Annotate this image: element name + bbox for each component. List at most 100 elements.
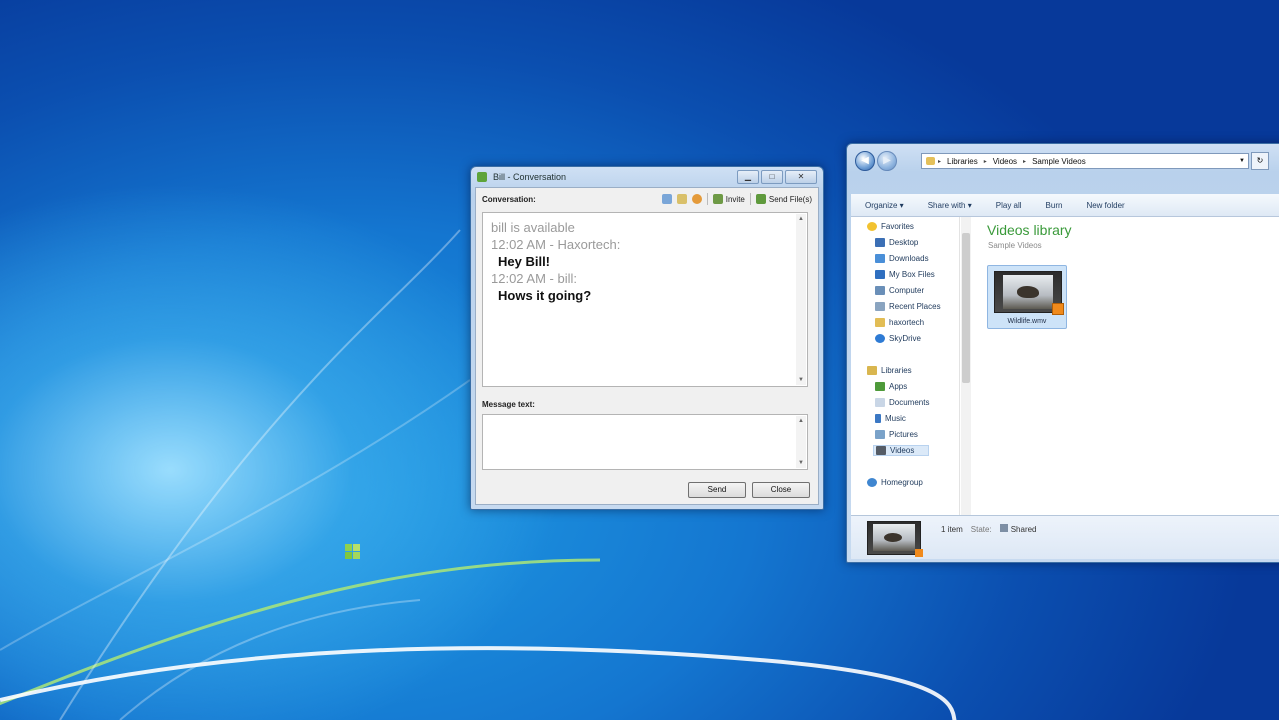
organize-button[interactable]: Organize ▾	[865, 201, 904, 210]
message-text: Hey Bill!	[498, 254, 551, 269]
command-bar: Organize ▾ Share with ▾ Play all Burn Ne…	[851, 194, 1279, 217]
nav-desktop[interactable]: Desktop	[875, 238, 918, 247]
buddy-icon	[477, 172, 487, 182]
nav-apps[interactable]: Apps	[875, 382, 907, 391]
nav-music[interactable]: Music	[875, 414, 906, 423]
user-folder-icon	[875, 318, 885, 327]
documents-icon	[875, 398, 885, 407]
conversation-toolbar: Conversation: Invite Send File(s)	[476, 188, 818, 210]
nav-pictures[interactable]: Pictures	[875, 430, 918, 439]
toolbar-separator	[749, 193, 751, 205]
toolbar-separator	[706, 193, 708, 205]
nav-my-box-files[interactable]: My Box Files	[875, 270, 935, 279]
burn-button[interactable]: Burn	[1046, 201, 1063, 210]
details-thumbnail	[867, 521, 923, 557]
details-info: 1 item State: Shared	[941, 524, 1037, 534]
close-window-button[interactable]: ✕	[785, 170, 817, 184]
box-icon	[875, 270, 885, 279]
nav-libraries[interactable]: Libraries	[867, 366, 912, 375]
new-folder-button[interactable]: New folder	[1086, 201, 1124, 210]
nav-documents[interactable]: Documents	[875, 398, 929, 407]
library-title: Videos library	[987, 222, 1072, 238]
video-thumbnail	[994, 271, 1064, 315]
scroll-up-arrow[interactable]: ▲	[796, 416, 806, 426]
close-button[interactable]: Close	[752, 482, 810, 498]
send-button[interactable]: Send	[688, 482, 746, 498]
star-icon	[867, 222, 877, 231]
recent-places-icon	[875, 302, 885, 311]
details-pane: 1 item State: Shared	[851, 515, 1279, 559]
invite-button[interactable]: Invite	[712, 194, 745, 204]
videos-icon	[876, 446, 886, 455]
back-button[interactable]: ◀	[855, 151, 875, 171]
explorer-content: Favorites Desktop Downloads My Box Files…	[851, 217, 1279, 515]
nav-videos[interactable]: Videos	[873, 445, 930, 456]
navigation-pane: Favorites Desktop Downloads My Box Files…	[851, 217, 960, 515]
conversation-titlebar[interactable]: Bill - Conversation ▁ □ ✕	[471, 167, 823, 187]
toolbar-tools: Invite Send File(s)	[661, 193, 812, 205]
window-controls: ▁ □ ✕	[737, 170, 817, 184]
status-line: bill is available	[491, 220, 575, 235]
contact-info-icon[interactable]	[676, 194, 687, 204]
cloud-icon	[875, 334, 885, 343]
breadcrumb-arrow[interactable]: ▸	[938, 158, 941, 165]
nav-homegroup[interactable]: Homegroup	[867, 478, 923, 487]
folder-icon	[926, 157, 935, 165]
breadcrumb-sample-videos[interactable]: Sample Videos	[1032, 157, 1086, 166]
desktop-icon	[875, 238, 885, 247]
media-player-badge-icon	[915, 549, 923, 557]
music-icon	[875, 414, 881, 423]
refresh-button[interactable]: ↻	[1251, 152, 1269, 170]
message-input[interactable]: ▲ ▼	[482, 414, 808, 470]
scrollbar-thumb[interactable]	[962, 233, 970, 383]
send-files-icon	[755, 194, 766, 204]
font-icon[interactable]	[661, 194, 672, 204]
address-dropdown-icon[interactable]: ▼	[1239, 158, 1245, 164]
state-label: State:	[970, 524, 992, 534]
conversation-scrollbar[interactable]: ▲ ▼	[796, 214, 806, 385]
windows-flag-logo	[345, 544, 360, 559]
nav-haxortech[interactable]: haxortech	[875, 318, 924, 327]
breadcrumb-arrow[interactable]: ▸	[1023, 158, 1026, 165]
breadcrumb-libraries[interactable]: Libraries	[947, 157, 978, 166]
invite-label: Invite	[725, 194, 745, 204]
message-header: 12:02 AM - Haxortech:	[491, 237, 621, 252]
send-files-label: Send File(s)	[768, 194, 812, 204]
nav-skydrive[interactable]: SkyDrive	[875, 334, 921, 343]
maximize-button[interactable]: □	[761, 170, 783, 184]
computer-icon	[875, 286, 885, 295]
breadcrumb-videos[interactable]: Videos	[993, 157, 1017, 166]
nav-recent-places[interactable]: Recent Places	[875, 302, 941, 311]
send-files-button[interactable]: Send File(s)	[755, 194, 812, 204]
libraries-icon	[867, 366, 877, 375]
smiley-icon[interactable]	[691, 194, 702, 204]
message-header: 12:02 AM - bill:	[491, 271, 577, 286]
message-text: Hows it going?	[498, 288, 592, 303]
message-scrollbar[interactable]: ▲ ▼	[796, 416, 806, 468]
file-item-wildlife[interactable]: Wildlife.wmv	[987, 265, 1067, 329]
scroll-down-arrow[interactable]: ▼	[796, 458, 806, 468]
address-bar[interactable]: ▸ Libraries ▸ Videos ▸ Sample Videos ▼	[921, 153, 1249, 169]
scroll-up-arrow[interactable]: ▲	[796, 214, 806, 224]
minimize-button[interactable]: ▁	[737, 170, 759, 184]
media-player-badge-icon	[1052, 303, 1064, 315]
shared-icon	[999, 524, 1008, 532]
homegroup-icon	[867, 478, 877, 487]
play-all-button[interactable]: Play all	[996, 201, 1022, 210]
conversation-history[interactable]: bill is available 12:02 AM - Haxortech: …	[482, 212, 808, 387]
nav-favorites[interactable]: Favorites	[867, 222, 914, 231]
share-with-button[interactable]: Share with ▾	[928, 201, 972, 210]
breadcrumb-arrow[interactable]: ▸	[984, 158, 987, 165]
state-value: Shared	[1010, 525, 1037, 534]
pictures-icon	[875, 430, 885, 439]
conversation-body: Conversation: Invite Send File(s) bill i…	[475, 187, 819, 505]
navigation-scrollbar[interactable]	[961, 217, 971, 515]
invite-icon	[712, 194, 723, 204]
downloads-icon	[875, 254, 885, 263]
message-text-label: Message text:	[482, 400, 535, 409]
nav-computer[interactable]: Computer	[875, 286, 924, 295]
nav-downloads[interactable]: Downloads	[875, 254, 929, 263]
conversation-title: Bill - Conversation	[493, 172, 567, 182]
forward-button[interactable]: ▶	[877, 151, 897, 171]
scroll-down-arrow[interactable]: ▼	[796, 375, 806, 385]
